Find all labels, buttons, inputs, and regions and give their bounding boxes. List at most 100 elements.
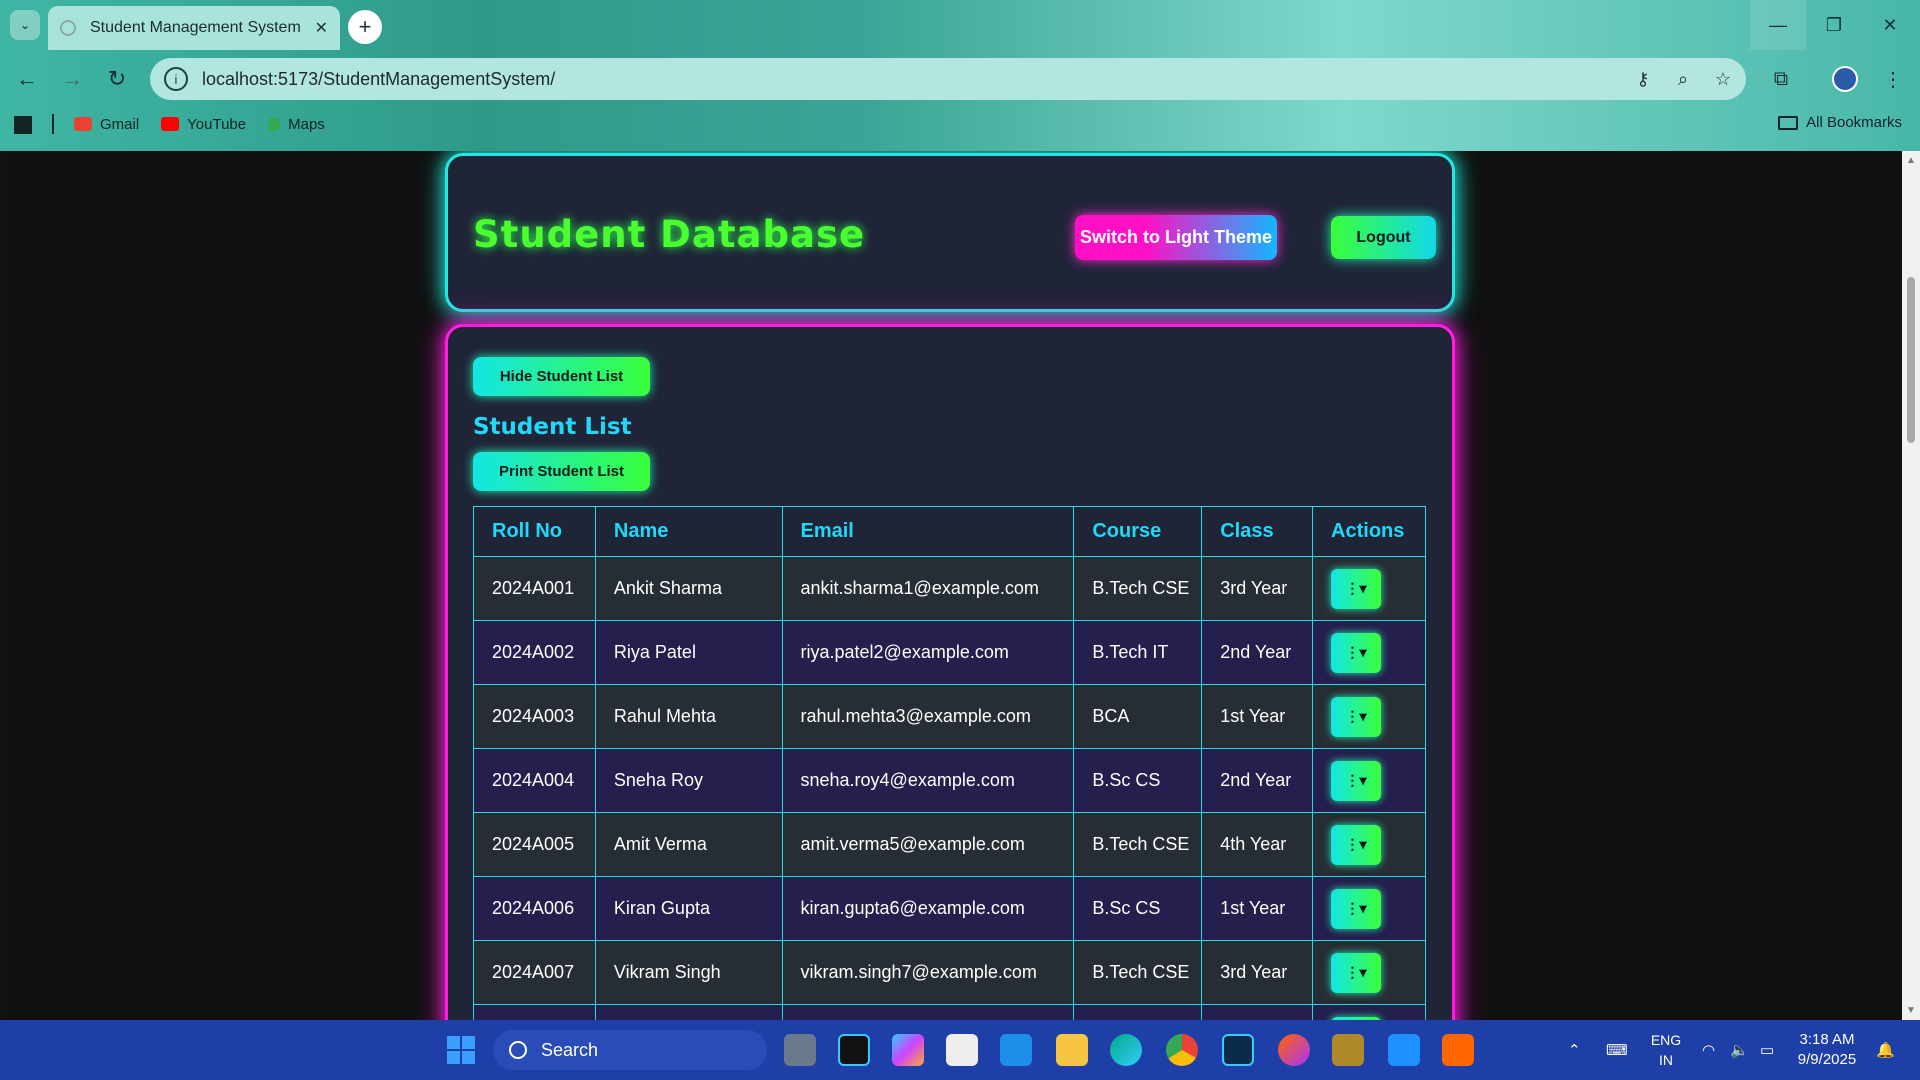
cell-actions: ⋮▾ [1312,620,1426,685]
row-actions-dropdown-button[interactable]: ⋮▾ [1331,824,1382,865]
row-actions-dropdown-button[interactable]: ⋮▾ [1331,696,1382,737]
task-view-icon[interactable] [784,1034,816,1066]
minimize-button[interactable]: — [1750,0,1806,50]
cell-actions: ⋮▾ [1312,684,1426,749]
cell-course: B.Tech CSE [1073,556,1203,621]
table-header-row: Roll No Name Email Course Class Actions [473,506,1426,557]
menu-kebab-icon[interactable]: ⋮ [1878,64,1908,94]
edge-icon[interactable] [1110,1034,1142,1066]
row-actions-dropdown-button[interactable]: ⋮▾ [1331,568,1382,609]
cell-class: 2nd Year [1201,620,1314,685]
minimize-icon: — [1769,14,1787,35]
bookmarks-bar: Gmail YouTube Maps All Bookmarks [0,108,1920,140]
language-code: ENG [1650,1032,1682,1048]
forward-button[interactable]: → [57,64,87,94]
scroll-down-arrow-icon[interactable]: ▼ [1906,1005,1916,1016]
tab-search-button[interactable]: ⌄ [10,10,40,40]
print-student-list-button[interactable]: Print Student List [473,452,650,491]
profile-avatar[interactable] [1832,66,1858,92]
extensions-icon[interactable]: ⧉ [1766,64,1796,94]
page-scrollbar[interactable]: ▲ ▼ [1902,151,1920,1020]
show-hidden-icons-chevron-icon[interactable]: ⌃ [1568,1020,1581,1080]
row-actions-dropdown-button[interactable]: ⋮▾ [1331,888,1382,929]
close-icon: ✕ [1882,14,1898,35]
cell-class: 1st Year [1201,684,1314,749]
student-list-heading: Student List [473,414,632,440]
windows-start-icon[interactable] [447,1036,475,1064]
cell-email: kiran.gupta6@example.com [781,876,1075,941]
site-info-icon[interactable]: i [164,67,188,91]
address-bar[interactable]: i localhost:5173/StudentManagementSystem… [150,58,1746,100]
cell-roll: 2024A007 [473,940,596,1005]
bookmark-youtube[interactable]: YouTube [161,116,246,133]
logout-button[interactable]: Logout [1331,216,1436,259]
reload-button[interactable]: ↻ [102,64,132,94]
copilot-icon[interactable] [892,1034,924,1066]
cell-email: vikram.singh7@example.com [781,940,1075,1005]
cell-roll: 2024A002 [473,620,596,685]
hide-student-list-button[interactable]: Hide Student List [473,357,650,396]
close-icon[interactable]: ✕ [315,18,328,38]
switch-theme-button[interactable]: Switch to Light Theme [1075,215,1277,260]
cell-actions: ⋮▾ [1312,940,1426,1005]
cell-email: riya.patel2@example.com [781,620,1075,685]
cell-email: ankit.sharma1@example.com [781,556,1075,621]
intellij-icon[interactable] [838,1034,870,1066]
notification-bell-icon[interactable]: 🔔 [1876,1020,1895,1080]
keyboard-icon[interactable]: ⌨ [1606,1020,1628,1080]
wifi-icon[interactable]: ◠ [1702,1020,1715,1080]
cell-actions [1312,1004,1426,1020]
battery-icon[interactable]: ▭ [1760,1020,1774,1080]
password-key-icon[interactable]: ⚷ [1626,62,1660,96]
folder-icon [1778,115,1799,130]
bookmark-label: YouTube [187,115,247,133]
all-bookmarks-button[interactable]: All Bookmarks [1778,114,1902,131]
cell-course: B.Sc CS [1073,748,1203,813]
vscode-icon[interactable] [1000,1034,1032,1066]
firefox-icon[interactable] [1278,1034,1310,1066]
row-actions-dropdown-button[interactable]: ⋮▾ [1331,952,1382,993]
plus-icon: + [358,14,372,39]
file-explorer-icon[interactable] [1056,1034,1088,1066]
student-list-card: Hide Student List Student List Print Stu… [445,324,1455,1020]
bookmark-gmail[interactable]: Gmail [74,116,139,133]
language-indicator[interactable]: ENG IN [1646,1030,1686,1070]
bookmark-maps[interactable]: Maps [268,116,325,133]
new-tab-button[interactable]: + [348,10,382,44]
reload-icon: ↻ [107,66,127,91]
row-actions-dropdown-button[interactable]: ⋮▾ [1331,760,1382,801]
volume-icon[interactable]: 🔈 [1730,1020,1749,1080]
app-icon[interactable] [1332,1034,1364,1066]
bookmark-label: Gmail [100,115,140,133]
microsoft-store-icon[interactable] [946,1034,978,1066]
taskbar-clock[interactable]: 3:18 AM 9/9/2025 [1792,1030,1862,1070]
region-code: IN [1659,1052,1673,1068]
zoom-icon[interactable]: ⌕ [1666,62,1700,96]
restore-button[interactable]: ❐ [1806,0,1862,50]
app-icon[interactable] [1388,1034,1420,1066]
cell-roll: 2024A006 [473,876,596,941]
cell-course: B.Tech IT [1073,620,1203,685]
scrollbar-thumb[interactable] [1907,277,1915,443]
row-actions-dropdown-button[interactable]: ⋮▾ [1331,632,1382,673]
xampp-icon[interactable] [1442,1034,1474,1066]
scroll-up-arrow-icon[interactable]: ▲ [1906,155,1916,166]
cell-name: Rahul Mehta [594,684,783,749]
window-close-button[interactable]: ✕ [1862,0,1918,50]
taskbar-search-box[interactable]: Search [493,1030,767,1070]
browser-toolbar: ← → ↻ i localhost:5173/StudentManagement… [0,56,1920,102]
cell-class: 1st Year [1201,876,1314,941]
url-text[interactable]: localhost:5173/StudentManagementSystem/ [202,69,1626,90]
restore-icon: ❐ [1825,14,1843,35]
bookmark-star-icon[interactable]: ☆ [1706,62,1740,96]
apps-grid-icon[interactable] [14,116,32,134]
chrome-icon[interactable] [1166,1034,1198,1066]
table-row: 2024A003 Rahul Mehta rahul.mehta3@exampl… [473,684,1426,749]
back-button[interactable]: ← [12,64,42,94]
windows-taskbar: Search ⌃ ⌨ ENG IN ◠ 🔈 ▭ 3:18 AM 9/9/2025… [0,1020,1920,1080]
cell-name: Ankit Sharma [594,556,783,621]
table-row: 2024A005 Amit Verma amit.verma5@example.… [473,812,1426,877]
app-icon[interactable] [1222,1034,1254,1066]
all-bookmarks-label: All Bookmarks [1806,114,1902,131]
browser-tab[interactable]: Student Management System ✕ [48,6,340,50]
